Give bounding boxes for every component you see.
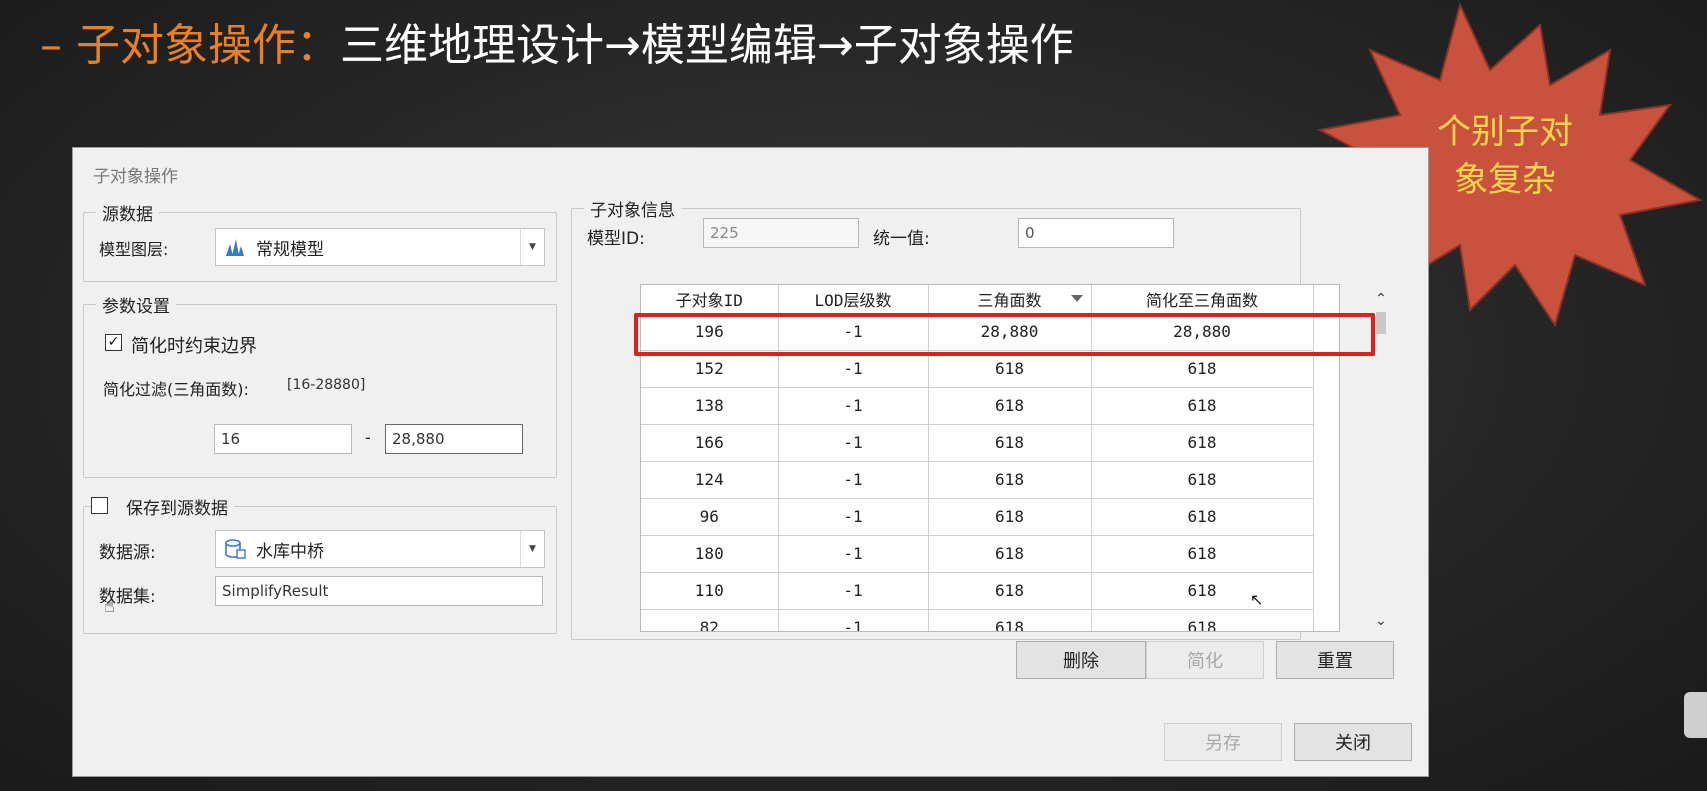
save-to-source-checkbox[interactable] — [91, 497, 108, 514]
cell-simplify-to[interactable]: 618 — [1091, 424, 1314, 462]
close-button[interactable]: 关闭 — [1294, 723, 1412, 761]
cell-id: 166 — [641, 424, 779, 462]
reset-button[interactable]: 重置 — [1276, 641, 1394, 679]
constrain-boundary-label: 简化时约束边界 — [131, 336, 257, 357]
chevron-down-icon[interactable]: ▼ — [520, 531, 544, 567]
cell-lod: -1 — [778, 424, 929, 462]
cell-simplify-to[interactable]: 618 — [1091, 535, 1314, 573]
simplify-button[interactable]: 简化 — [1146, 641, 1264, 679]
cell-simplify-to[interactable]: 618 — [1091, 609, 1314, 631]
model-id-label: 模型ID: — [587, 229, 645, 249]
column-header-id[interactable]: 子对象ID — [641, 285, 779, 314]
model-layer-label: 模型图层: — [99, 240, 169, 259]
cell-id: 96 — [641, 498, 779, 536]
cell-simplify-to[interactable]: 618 — [1091, 498, 1314, 536]
cell-triangles: 618 — [928, 535, 1092, 573]
cell-triangles: 618 — [928, 387, 1092, 425]
slide-title-highlight: – 子对象操作： — [40, 20, 340, 71]
cell-simplify-to[interactable]: 618 — [1091, 387, 1314, 425]
cell-triangles: 618 — [928, 572, 1092, 610]
datasource-value: 水库中桥 — [256, 541, 324, 562]
model-id-field: 225 — [703, 218, 859, 248]
filter-range: [16-28880] — [287, 377, 366, 393]
model-layer-value: 常规模型 — [256, 239, 324, 260]
sort-desc-icon — [1070, 295, 1083, 302]
cell-id: 138 — [641, 387, 779, 425]
chevron-up-icon[interactable]: ⌃ — [1369, 288, 1393, 310]
delete-button[interactable]: 删除 — [1016, 641, 1146, 679]
slide-title-rest: 三维地理设计→模型编辑→子对象操作 — [340, 20, 1074, 71]
sub-object-info-legend: 子对象信息 — [584, 196, 681, 221]
side-widget-icon[interactable] — [1684, 692, 1707, 738]
hand-cursor-icon: ☝ — [104, 596, 115, 617]
filter-min-input[interactable]: 16 — [214, 424, 352, 454]
save-legend: 保存到源数据 — [96, 494, 234, 519]
table-row[interactable]: 96 -1 618 618 — [641, 498, 1314, 536]
chevron-down-icon[interactable]: ⌄ — [1369, 610, 1393, 632]
callout-line-2: 象复杂 — [1454, 160, 1556, 200]
datasource-label: 数据源: — [99, 543, 156, 563]
arrow-cursor-icon: ↖ — [1250, 590, 1264, 609]
chevron-down-icon[interactable]: ▼ — [520, 229, 544, 265]
callout-text: 个别子对 象复杂 — [1415, 108, 1595, 204]
column-header-triangles-label: 三角面数 — [977, 290, 1042, 310]
column-header-lod[interactable]: LOD层级数 — [778, 285, 929, 314]
cell-triangles: 618 — [928, 498, 1092, 536]
cell-triangles: 618 — [928, 461, 1092, 499]
datasource-select[interactable]: 水库中桥 ▼ — [215, 530, 545, 568]
table-row[interactable]: 124 -1 618 618 — [641, 461, 1314, 499]
cell-id: 124 — [641, 461, 779, 499]
save-group: 保存到源数据 — [83, 494, 557, 634]
datasource-icon — [224, 538, 246, 560]
table-row[interactable]: 166 -1 618 618 — [641, 424, 1314, 462]
highlight-box — [634, 313, 1375, 356]
cell-id: 82 — [641, 609, 779, 631]
model-layer-icon — [224, 236, 246, 258]
column-header-simplify-to[interactable]: 简化至三角面数 — [1091, 285, 1314, 314]
filter-max-input[interactable]: 28,880 — [385, 424, 523, 454]
callout-line-1: 个别子对 — [1437, 112, 1573, 152]
range-separator: - — [365, 428, 371, 447]
cell-lod: -1 — [778, 572, 929, 610]
model-layer-select[interactable]: 常规模型 ▼ — [215, 228, 545, 266]
table-header-row: 子对象ID LOD层级数 三角面数 简化至三角面数 — [641, 285, 1314, 314]
column-header-triangles[interactable]: 三角面数 — [928, 285, 1092, 314]
cell-lod: -1 — [778, 461, 929, 499]
table-row[interactable]: 82 -1 618 618 — [641, 609, 1314, 631]
params-legend: 参数设置 — [96, 292, 176, 317]
table-row[interactable]: 180 -1 618 618 — [641, 535, 1314, 573]
save-as-button[interactable]: 另存 — [1164, 723, 1282, 761]
filter-label: 简化过滤(三角面数): — [103, 380, 249, 399]
table-row[interactable]: 138 -1 618 618 — [641, 387, 1314, 425]
cell-lod: -1 — [778, 498, 929, 536]
unified-value-input[interactable]: 0 — [1018, 218, 1174, 248]
cell-id: 110 — [641, 572, 779, 610]
cell-simplify-to[interactable]: 618 — [1091, 461, 1314, 499]
cell-simplify-to[interactable]: 618 — [1091, 572, 1314, 610]
cell-lod: -1 — [778, 535, 929, 573]
source-data-legend: 源数据 — [96, 200, 159, 225]
cell-lod: -1 — [778, 387, 929, 425]
cell-lod: -1 — [778, 609, 929, 631]
cell-triangles: 618 — [928, 609, 1092, 631]
dataset-input[interactable]: SimplifyResult — [215, 576, 543, 606]
cell-triangles: 618 — [928, 424, 1092, 462]
scrollbar-thumb[interactable] — [1376, 312, 1386, 334]
slide-title: – 子对象操作：三维地理设计→模型编辑→子对象操作 — [40, 14, 1074, 78]
dialog-title: 子对象操作 — [93, 167, 178, 187]
constrain-boundary-checkbox[interactable]: ✓ — [105, 334, 122, 351]
table-row[interactable]: 110 -1 618 618 — [641, 572, 1314, 610]
unified-value-label: 统一值: — [873, 229, 930, 249]
cell-id: 180 — [641, 535, 779, 573]
